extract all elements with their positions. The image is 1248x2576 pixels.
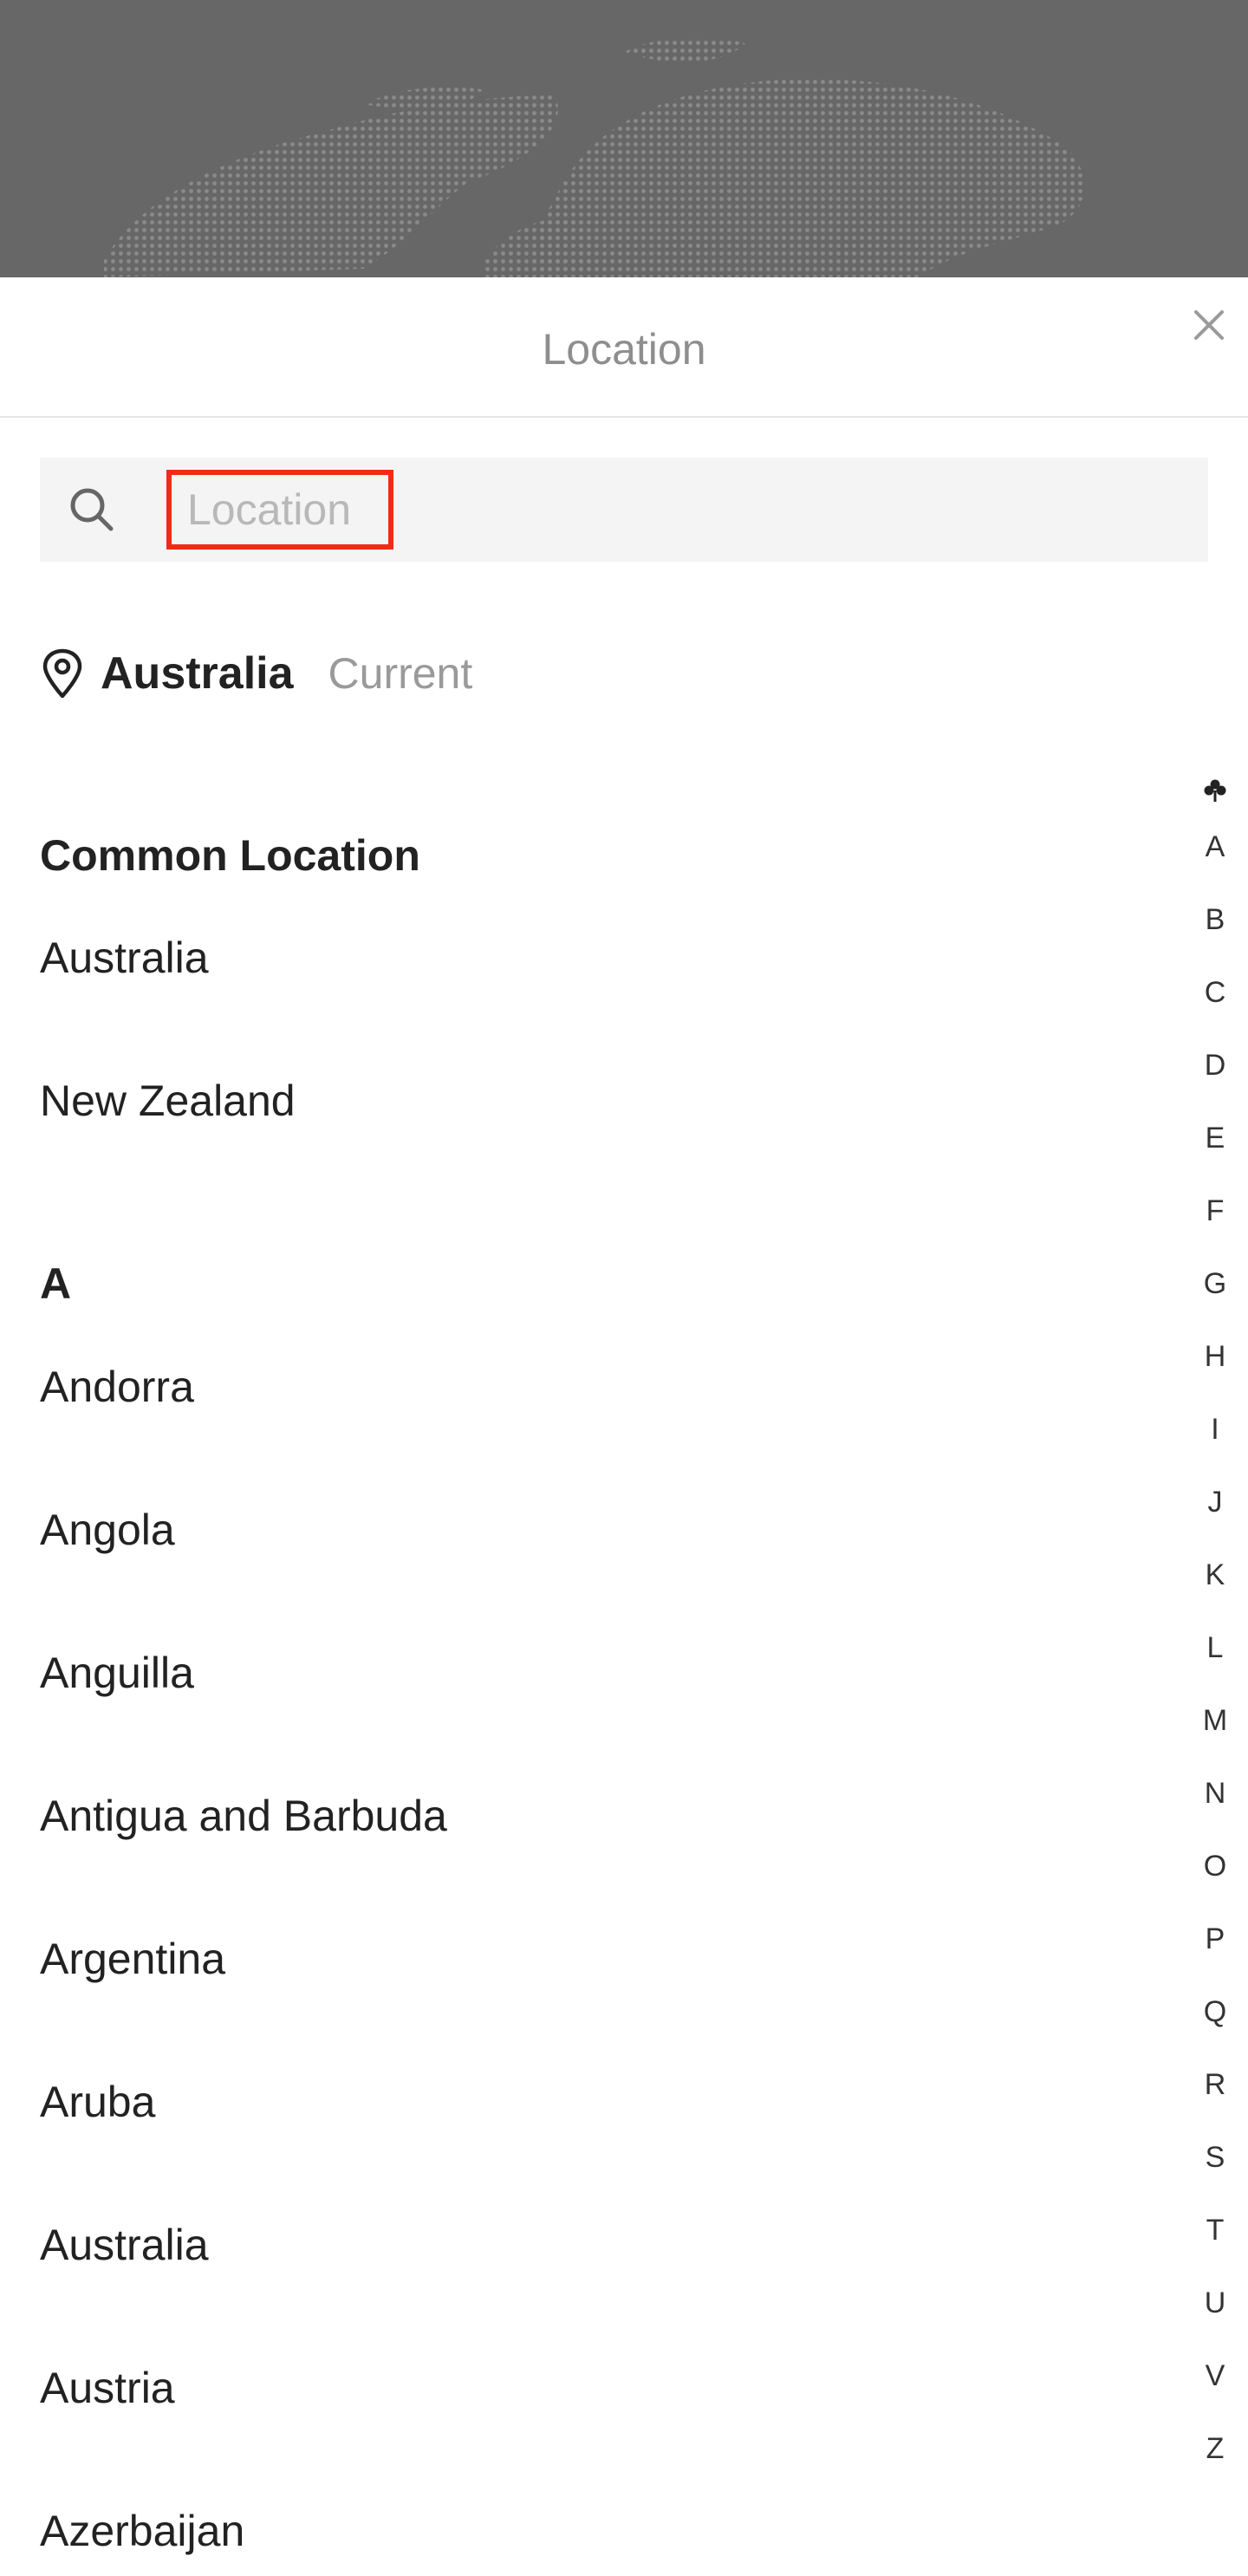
index-letter-m[interactable]: M [1196,1704,1234,1738]
sheet-header: Location [0,277,1248,418]
index-letter-f[interactable]: F [1196,1194,1234,1228]
list-item[interactable]: Australia [40,2220,209,2270]
clover-icon[interactable] [1203,778,1227,803]
index-letter-o[interactable]: O [1196,1850,1234,1883]
list-item[interactable]: Aruba [40,2077,155,2127]
index-letter-r[interactable]: R [1196,2068,1234,2102]
list-item[interactable]: Azerbaijan [40,2506,244,2556]
list-item[interactable]: Anguilla [40,1648,194,1698]
list-item[interactable]: Andorra [40,1362,194,1412]
index-letter-t[interactable]: T [1196,2214,1234,2247]
index-letter-a[interactable]: A [1196,830,1234,864]
world-map-backdrop [0,0,1248,277]
index-letter-p[interactable]: P [1196,1922,1234,1956]
index-letter-v[interactable]: V [1196,2359,1234,2393]
sheet-title: Location [542,325,706,374]
current-location-tag: Current [328,649,473,698]
close-button[interactable] [1180,296,1238,354]
list-item[interactable]: Austria [40,2363,175,2413]
location-picker-sheet: Location Australia Current Common Locati… [0,277,1248,2576]
section-title-common: Common Location [40,831,420,880]
list-item[interactable]: Antigua and Barbuda [40,1791,447,1841]
index-letter-g[interactable]: G [1196,1267,1234,1301]
list-item[interactable]: New Zealand [40,1076,296,1126]
index-letter-u[interactable]: U [1196,2287,1234,2320]
index-letter-i[interactable]: I [1196,1413,1234,1447]
index-letter-b[interactable]: B [1196,903,1234,937]
index-letter-h[interactable]: H [1196,1340,1234,1374]
index-letter-d[interactable]: D [1196,1049,1234,1083]
list-item[interactable]: Australia [40,933,209,983]
list-item[interactable]: Angola [40,1505,175,1555]
index-letter-n[interactable]: N [1196,1777,1234,1811]
section-title-a: A [40,1259,72,1308]
map-pin-icon [42,648,82,699]
index-letter-z[interactable]: Z [1196,2432,1234,2466]
search-input[interactable] [166,470,393,550]
index-letter-c[interactable]: C [1196,976,1234,1010]
list-item[interactable]: Argentina [40,1934,225,1984]
dotted-world-map-image [104,36,1085,277]
index-letter-j[interactable]: J [1196,1486,1234,1519]
index-letter-e[interactable]: E [1196,1122,1234,1155]
current-location-row[interactable]: Australia Current [40,643,472,704]
index-letter-l[interactable]: L [1196,1631,1234,1665]
index-letter-s[interactable]: S [1196,2141,1234,2175]
search-bar[interactable] [40,458,1208,562]
search-icon [70,488,114,531]
close-icon [1194,310,1224,340]
index-letter-k[interactable]: K [1196,1558,1234,1592]
index-letter-q[interactable]: Q [1196,1995,1234,2029]
current-location-name: Australia [101,648,294,699]
